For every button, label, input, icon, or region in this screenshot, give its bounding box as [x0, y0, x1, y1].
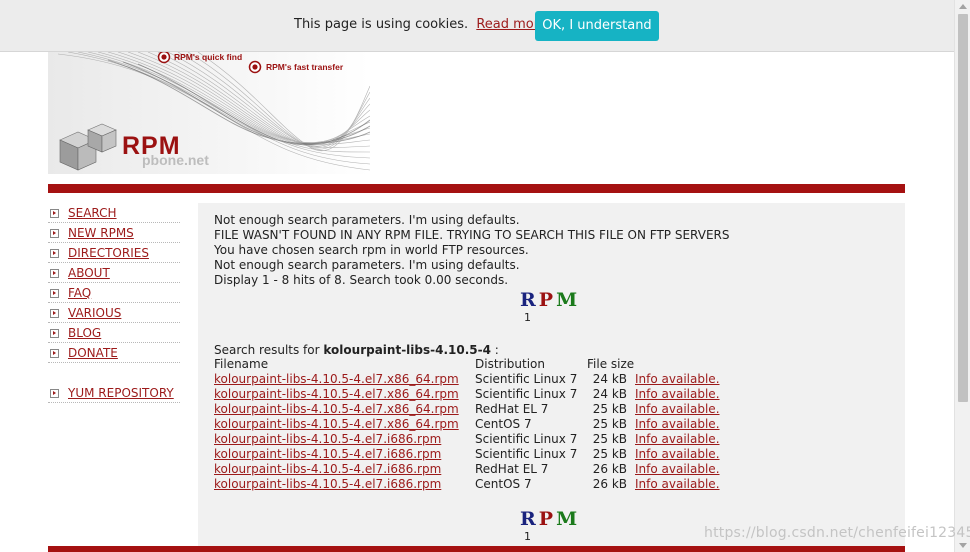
nav-bullet-icon	[50, 269, 59, 278]
nav-bullet-icon	[50, 249, 59, 258]
cookie-bar: This page is using cookies. Read more OK…	[0, 0, 954, 52]
logo-letter-m: M	[556, 508, 581, 530]
file-size-cell: 25 kB	[592, 417, 627, 431]
hits-summary: Display 1 - 8 hits of 8. Search took 0.0…	[214, 273, 509, 287]
logo-letter-r: R	[520, 508, 539, 530]
distribution-cell: Scientific Linux 7	[475, 372, 578, 386]
file-size-cell: 25 kB	[592, 432, 627, 446]
distribution-cell: CentOS 7	[475, 477, 532, 491]
nav-item-new-rpms[interactable]: NEW RPMS	[48, 223, 180, 243]
logo-letter-p: P	[538, 289, 557, 311]
info-link[interactable]: Info available.	[635, 462, 720, 477]
info-link[interactable]: Info available.	[635, 372, 720, 387]
nav-item-search[interactable]: SEARCH	[48, 203, 180, 223]
rpm-file-link[interactable]: kolourpaint-libs-4.10.5-4.el7.i686.rpm	[214, 447, 441, 462]
logo-letter-p: P	[538, 508, 557, 530]
page-number-link[interactable]: 1	[524, 311, 531, 324]
nav-link-directories[interactable]: DIRECTORIES	[68, 243, 149, 263]
scroll-up-arrow-icon[interactable]	[959, 4, 967, 9]
distribution-cell: Scientific Linux 7	[475, 447, 578, 461]
distribution-cell: CentOS 7	[475, 417, 532, 431]
rpm-pager-logo: RPM	[520, 289, 580, 311]
banner-logo-subtext: pbone.net	[142, 152, 209, 168]
scroll-down-arrow-icon[interactable]	[959, 543, 967, 548]
info-link[interactable]: Info available.	[635, 447, 720, 462]
nav-item-directories[interactable]: DIRECTORIES	[48, 243, 180, 263]
nav-link-donate[interactable]: DONATE	[68, 343, 118, 363]
nav-link-yum-repository[interactable]: YUM REPOSITORY	[68, 383, 174, 403]
distribution-cell: Scientific Linux 7	[475, 432, 578, 446]
logo-letter-r: R	[520, 289, 539, 311]
nav-bullet-icon	[50, 209, 59, 218]
status-message: Not enough search parameters. I'm using …	[214, 258, 520, 272]
rpm-file-link[interactable]: kolourpaint-libs-4.10.5-4.el7.x86_64.rpm	[214, 372, 459, 387]
rpm-file-link[interactable]: kolourpaint-libs-4.10.5-4.el7.x86_64.rpm	[214, 417, 459, 432]
scroll-thumb[interactable]	[958, 14, 968, 402]
column-header-distribution: Distribution	[475, 357, 546, 371]
cookie-message: This page is using cookies. Read more	[294, 17, 547, 32]
search-results-suffix: :	[494, 343, 499, 357]
watermark-text: https://blog.csdn.net/chenfeifei12345	[704, 525, 970, 541]
info-link[interactable]: Info available.	[635, 387, 720, 402]
status-message: You have chosen search rpm in world FTP …	[214, 243, 529, 257]
file-size-cell: 26 kB	[592, 462, 627, 476]
nav-item-donate[interactable]: DONATE	[48, 343, 180, 363]
cookie-accept-button[interactable]: OK, I understand	[535, 11, 659, 41]
file-size-cell: 24 kB	[592, 372, 627, 386]
info-link[interactable]: Info available.	[635, 432, 720, 447]
nav-link-search[interactable]: SEARCH	[68, 203, 117, 223]
search-results-heading: Search results for kolourpaint-libs-4.10…	[214, 343, 499, 357]
nav-bullet-icon	[50, 389, 59, 398]
search-term: kolourpaint-libs-4.10.5-4	[323, 343, 491, 357]
file-size-cell: 25 kB	[592, 447, 627, 461]
nav-link-new-rpms[interactable]: NEW RPMS	[68, 223, 134, 243]
nav-link-blog[interactable]: BLOG	[68, 323, 101, 343]
nav-bullet-icon	[50, 309, 59, 318]
distribution-cell: Scientific Linux 7	[475, 387, 578, 401]
file-size-cell: 24 kB	[592, 387, 627, 401]
distribution-cell: RedHat EL 7	[475, 462, 549, 476]
nav-item-various[interactable]: VARIOUS	[48, 303, 180, 323]
nav-link-various[interactable]: VARIOUS	[68, 303, 121, 323]
search-results-panel: Not enough search parameters. I'm using …	[198, 203, 905, 546]
page-number-link-bottom[interactable]: 1	[524, 530, 531, 543]
left-navigation: SEARCH NEW RPMS DIRECTORIES ABOUT FAQ VA…	[48, 203, 180, 403]
info-link[interactable]: Info available.	[635, 477, 720, 492]
nav-item-faq[interactable]: FAQ	[48, 283, 180, 303]
file-size-cell: 25 kB	[592, 402, 627, 416]
nav-bullet-icon	[50, 289, 59, 298]
column-header-filename: Filename	[214, 357, 269, 371]
nav-link-faq[interactable]: FAQ	[68, 283, 91, 303]
distribution-cell: RedHat EL 7	[475, 402, 549, 416]
info-link[interactable]: Info available.	[635, 402, 720, 417]
rpm-file-link[interactable]: kolourpaint-libs-4.10.5-4.el7.i686.rpm	[214, 432, 441, 447]
banner-fast-transfer-label: RPM's fast transfer	[266, 62, 344, 72]
banner-quick-find-label: RPM's quick find	[174, 52, 243, 62]
header-divider-bar	[48, 184, 905, 193]
status-message: Not enough search parameters. I'm using …	[214, 213, 520, 227]
column-header-file-size: File size	[587, 357, 635, 371]
rpm-file-link[interactable]: kolourpaint-libs-4.10.5-4.el7.i686.rpm	[214, 477, 441, 492]
rpm-pager-logo-bottom: RPM	[520, 508, 580, 530]
cookie-message-text: This page is using cookies.	[294, 17, 469, 32]
nav-item-yum-repository[interactable]: YUM REPOSITORY	[48, 383, 180, 403]
search-results-prefix: Search results for	[214, 343, 320, 357]
rpm-file-link[interactable]: kolourpaint-libs-4.10.5-4.el7.i686.rpm	[214, 462, 441, 477]
rpm-file-link[interactable]: kolourpaint-libs-4.10.5-4.el7.x86_64.rpm	[214, 402, 459, 417]
nav-bullet-icon	[50, 329, 59, 338]
info-link[interactable]: Info available.	[635, 417, 720, 432]
nav-item-blog[interactable]: BLOG	[48, 323, 180, 343]
file-size-cell: 26 kB	[592, 477, 627, 491]
logo-letter-m: M	[556, 289, 581, 311]
vertical-scrollbar[interactable]	[954, 0, 970, 552]
footer-divider-bar	[48, 546, 905, 552]
site-banner: RPM's quick find RPM's fast transfer RPM…	[48, 52, 370, 174]
status-message: FILE WASN'T FOUND IN ANY RPM FILE. TRYIN…	[214, 228, 730, 242]
nav-item-about[interactable]: ABOUT	[48, 263, 180, 283]
nav-link-about[interactable]: ABOUT	[68, 263, 110, 283]
rpm-file-link[interactable]: kolourpaint-libs-4.10.5-4.el7.x86_64.rpm	[214, 387, 459, 402]
nav-bullet-icon	[50, 229, 59, 238]
nav-bullet-icon	[50, 349, 59, 358]
